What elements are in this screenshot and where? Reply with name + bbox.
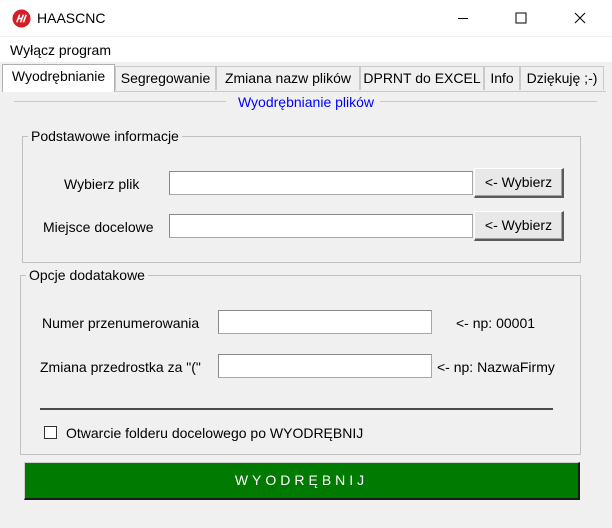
haas-logo-icon <box>12 9 31 28</box>
separator-line <box>40 408 553 410</box>
extract-button[interactable]: WYODRĘBNIJ <box>24 462 580 500</box>
basic-info-group <box>22 136 581 263</box>
panel-title: Wyodrębnianie plików <box>235 94 377 110</box>
basic-info-legend: Podstawowe informacje <box>28 128 182 144</box>
renumber-label: Numer przenumerowania <box>42 315 200 331</box>
tab-sorting[interactable]: Segregowanie <box>115 66 216 90</box>
maximize-icon <box>515 12 527 24</box>
destination-path-input[interactable] <box>169 214 473 238</box>
menu-bar: Wyłącz program <box>0 37 612 62</box>
tab-dprnt-to-excel[interactable]: DPRNT do EXCEL <box>360 66 484 90</box>
prefix-input[interactable] <box>218 354 432 378</box>
tab-rename-files[interactable]: Zmiana nazw plików <box>216 66 360 90</box>
file-label: Wybierz plik <box>64 176 140 192</box>
prefix-hint: <- np: NazwaFirmy <box>437 359 555 375</box>
menu-item-exit-program[interactable]: Wyłącz program <box>10 42 111 58</box>
select-destination-button[interactable]: <- Wybierz <box>474 211 564 241</box>
prefix-label: Zmiana przedrostka za "(" <box>40 359 201 375</box>
minimize-button[interactable] <box>440 0 486 36</box>
renumber-hint: <- np: 00001 <box>456 315 536 331</box>
file-path-input[interactable] <box>169 171 473 195</box>
destination-label: Miejsce docelowe <box>43 219 154 235</box>
close-button[interactable] <box>557 0 603 36</box>
extra-options-legend: Opcje dodatakowe <box>26 267 148 283</box>
window-title: HAASCNC <box>37 10 106 26</box>
maximize-button[interactable] <box>498 0 544 36</box>
open-folder-checkbox[interactable] <box>44 426 57 439</box>
minimize-icon <box>458 18 468 19</box>
select-file-button[interactable]: <- Wybierz <box>474 168 564 198</box>
open-folder-label: Otwarcie folderu docelowego po WYODRĘBNI… <box>66 425 364 441</box>
tab-info[interactable]: Info <box>484 66 520 90</box>
title-bar: HAASCNC <box>0 0 612 36</box>
tab-thanks[interactable]: Dziękuję ;-) <box>520 66 604 90</box>
renumber-input[interactable] <box>218 310 432 334</box>
close-icon <box>574 12 586 24</box>
tab-extraction[interactable]: Wyodrębnianie <box>2 64 115 92</box>
